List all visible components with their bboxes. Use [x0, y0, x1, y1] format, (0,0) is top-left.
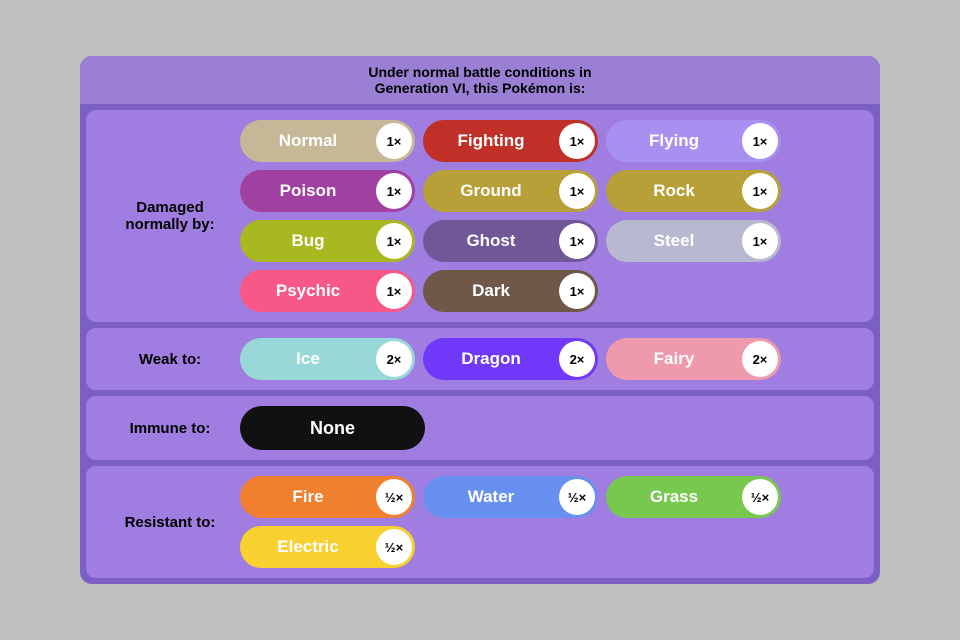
type-multiplier-ice: 2× — [376, 341, 412, 377]
type-name-fire: Fire — [240, 487, 376, 507]
type-name-fighting: Fighting — [423, 131, 559, 151]
weak-to-label: Weak to: — [100, 351, 240, 368]
type-pill-flying: Flying1× — [606, 120, 781, 162]
type-multiplier-electric: ½× — [376, 529, 412, 565]
type-pill-grass: Grass½× — [606, 476, 781, 518]
type-multiplier-psychic: 1× — [376, 273, 412, 309]
type-pill-ghost: Ghost1× — [423, 220, 598, 262]
type-multiplier-dragon: 2× — [559, 341, 595, 377]
type-pill-poison: Poison1× — [240, 170, 415, 212]
damaged-normally-label: Damagednormally by: — [100, 199, 240, 233]
type-multiplier-fairy: 2× — [742, 341, 778, 377]
weak-to-types: Ice2×Dragon2×Fairy2× — [240, 338, 860, 380]
type-multiplier-normal: 1× — [376, 123, 412, 159]
type-name-water: Water — [423, 487, 559, 507]
type-multiplier-rock: 1× — [742, 173, 778, 209]
type-pill-fighting: Fighting1× — [423, 120, 598, 162]
type-name-poison: Poison — [240, 181, 376, 201]
type-name-rock: Rock — [606, 181, 742, 201]
type-multiplier-ground: 1× — [559, 173, 595, 209]
type-multiplier-ghost: 1× — [559, 223, 595, 259]
section-immune-to: Immune to: None — [86, 396, 874, 460]
type-name-grass: Grass — [606, 487, 742, 507]
type-multiplier-fire: ½× — [376, 479, 412, 515]
resistant-to-types: Fire½×Water½×Grass½×Electric½× — [240, 476, 860, 568]
type-pill-rock: Rock1× — [606, 170, 781, 212]
type-pill-normal: Normal1× — [240, 120, 415, 162]
type-name-electric: Electric — [240, 537, 376, 557]
main-container: Under normal battle conditions in Genera… — [80, 56, 880, 584]
header: Under normal battle conditions in Genera… — [80, 56, 880, 104]
type-pill-steel: Steel1× — [606, 220, 781, 262]
type-pill-psychic: Psychic1× — [240, 270, 415, 312]
type-pill-dragon: Dragon2× — [423, 338, 598, 380]
type-pill-ground: Ground1× — [423, 170, 598, 212]
type-multiplier-bug: 1× — [376, 223, 412, 259]
type-pill-bug: Bug1× — [240, 220, 415, 262]
immune-to-types: None — [240, 406, 860, 450]
type-name-steel: Steel — [606, 231, 742, 251]
type-multiplier-fighting: 1× — [559, 123, 595, 159]
section-weak-to: Weak to: Ice2×Dragon2×Fairy2× — [86, 328, 874, 390]
type-multiplier-grass: ½× — [742, 479, 778, 515]
type-pill-fire: Fire½× — [240, 476, 415, 518]
type-name-fairy: Fairy — [606, 349, 742, 369]
type-pill-fairy: Fairy2× — [606, 338, 781, 380]
section-damaged-normally: Damagednormally by: Normal1×Fighting1×Fl… — [86, 110, 874, 322]
section-resistant-to: Resistant to: Fire½×Water½×Grass½×Electr… — [86, 466, 874, 578]
type-name-psychic: Psychic — [240, 281, 376, 301]
type-multiplier-dark: 1× — [559, 273, 595, 309]
type-multiplier-steel: 1× — [742, 223, 778, 259]
type-multiplier-water: ½× — [559, 479, 595, 515]
type-multiplier-flying: 1× — [742, 123, 778, 159]
none-pill: None — [240, 406, 425, 450]
type-name-ice: Ice — [240, 349, 376, 369]
type-name-ghost: Ghost — [423, 231, 559, 251]
immune-to-label: Immune to: — [100, 420, 240, 437]
none-text: None — [310, 418, 355, 439]
type-name-bug: Bug — [240, 231, 376, 251]
resistant-to-label: Resistant to: — [100, 514, 240, 531]
type-multiplier-poison: 1× — [376, 173, 412, 209]
type-pill-water: Water½× — [423, 476, 598, 518]
type-name-dragon: Dragon — [423, 349, 559, 369]
type-name-normal: Normal — [240, 131, 376, 151]
type-name-dark: Dark — [423, 281, 559, 301]
header-line2: Generation VI, this Pokémon is: — [375, 80, 586, 96]
type-pill-dark: Dark1× — [423, 270, 598, 312]
type-pill-electric: Electric½× — [240, 526, 415, 568]
type-pill-ice: Ice2× — [240, 338, 415, 380]
header-line1: Under normal battle conditions in — [368, 64, 591, 80]
damaged-normally-types: Normal1×Fighting1×Flying1×Poison1×Ground… — [240, 120, 860, 312]
type-name-ground: Ground — [423, 181, 559, 201]
type-name-flying: Flying — [606, 131, 742, 151]
